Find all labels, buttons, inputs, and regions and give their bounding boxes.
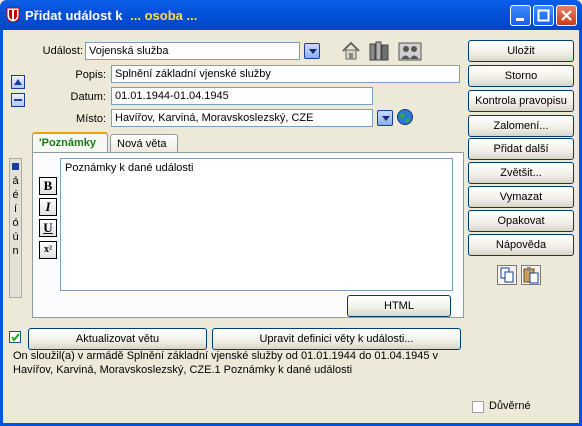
copy-icon[interactable] bbox=[497, 265, 517, 285]
checkmark-icon bbox=[11, 333, 20, 342]
special-chars-icon bbox=[12, 163, 19, 170]
update-sentence-checkbox[interactable] bbox=[9, 331, 21, 343]
add-next-button[interactable]: Přidat další bbox=[468, 138, 574, 160]
html-button[interactable]: HTML bbox=[347, 295, 451, 317]
tab-notes[interactable]: 'Poznámky bbox=[32, 132, 108, 154]
place-dropdown-button[interactable] bbox=[377, 110, 393, 126]
arrow-up-icon bbox=[14, 79, 22, 85]
repeat-button[interactable]: Opakovat bbox=[468, 210, 574, 232]
repeat-button-label: Opakovat bbox=[497, 215, 545, 227]
tab-new-sentence-label: Nová věta bbox=[117, 138, 167, 150]
char-i-acute[interactable]: í bbox=[10, 202, 21, 216]
home-icon[interactable] bbox=[340, 40, 362, 62]
notes-textarea[interactable]: Poznámky k dané události bbox=[60, 158, 453, 291]
close-icon bbox=[561, 10, 572, 21]
help-button[interactable]: Nápověda bbox=[468, 234, 574, 256]
window-title-text: Přidat událost k bbox=[25, 8, 123, 23]
tab-new-sentence[interactable]: Nová věta bbox=[110, 134, 178, 154]
delete-button-label: Vymazat bbox=[499, 191, 543, 203]
close-button[interactable] bbox=[556, 5, 577, 26]
superscript-label: x² bbox=[44, 244, 52, 255]
event-select[interactable]: Vojenská služba bbox=[85, 42, 300, 60]
char-e-acute[interactable]: é bbox=[10, 188, 21, 202]
edit-sentence-definition-button[interactable]: Upravit definici věty k události... bbox=[212, 328, 461, 350]
maximize-icon bbox=[537, 9, 550, 22]
globe-icon[interactable] bbox=[396, 108, 414, 126]
special-chars-bar: á é í ó ú n bbox=[9, 158, 22, 298]
notes-text: Poznámky k dané události bbox=[65, 162, 194, 174]
char-n[interactable]: n bbox=[10, 244, 21, 258]
minimize-button[interactable] bbox=[510, 5, 531, 26]
char-o-acute[interactable]: ó bbox=[10, 216, 21, 230]
edit-sentence-definition-label: Upravit definici věty k události... bbox=[259, 333, 414, 345]
bold-button[interactable]: B bbox=[39, 177, 57, 195]
html-button-label: HTML bbox=[384, 300, 414, 312]
minus-icon bbox=[14, 99, 22, 101]
italic-button[interactable]: I bbox=[39, 198, 57, 216]
place-label: Místo: bbox=[76, 113, 106, 125]
char-u-acute[interactable]: ú bbox=[10, 230, 21, 244]
date-label: Datum: bbox=[70, 91, 106, 103]
enlarge-button-label: Zvětšit... bbox=[500, 167, 542, 179]
place-field[interactable]: Havířov, Karviná, Moravskoslezský, CZE bbox=[111, 109, 373, 127]
save-button-label: Uložit bbox=[507, 45, 535, 57]
move-down-button[interactable] bbox=[11, 93, 25, 107]
confidential-checkbox[interactable] bbox=[472, 401, 484, 413]
spellcheck-button-label: Kontrola pravopisu bbox=[475, 95, 567, 107]
sentence-preview: On sloužil(a) v armádě Splnění základní … bbox=[13, 350, 438, 376]
breaks-button[interactable]: Zalomení... bbox=[468, 115, 574, 137]
description-field[interactable]: Splnění základní vjenské služby bbox=[111, 65, 460, 83]
save-button[interactable]: Uložit bbox=[468, 40, 574, 62]
breaks-button-label: Zalomení... bbox=[493, 120, 549, 132]
add-next-button-label: Přidat další bbox=[493, 143, 549, 155]
bold-label: B bbox=[43, 178, 53, 193]
window-title-person: ... osoba ... bbox=[130, 8, 198, 23]
confidential-label: Důvěrné bbox=[489, 400, 531, 412]
underline-button[interactable]: U bbox=[39, 219, 57, 237]
description-label: Popis: bbox=[75, 69, 106, 81]
dialog-window: Přidat událost k ... osoba ... Událost: … bbox=[0, 0, 582, 426]
minimize-icon bbox=[516, 18, 524, 21]
update-sentence-label: Aktualizovat větu bbox=[75, 333, 160, 345]
underline-label: U bbox=[43, 220, 53, 235]
spellcheck-button[interactable]: Kontrola pravopisu bbox=[468, 90, 574, 112]
event-label: Událost: bbox=[42, 45, 83, 57]
italic-label: I bbox=[45, 199, 51, 214]
window-title: Přidat událost k ... osoba ... bbox=[25, 8, 197, 23]
paste-icon[interactable] bbox=[521, 265, 541, 285]
event-dropdown-button[interactable] bbox=[304, 43, 320, 59]
app-icon bbox=[6, 7, 20, 23]
title-bar[interactable]: Přidat událost k ... osoba ... bbox=[0, 0, 582, 30]
move-up-button[interactable] bbox=[11, 75, 25, 89]
delete-button[interactable]: Vymazat bbox=[468, 186, 574, 208]
maximize-button[interactable] bbox=[533, 5, 554, 26]
books-icon[interactable] bbox=[368, 40, 392, 62]
superscript-button[interactable]: x² bbox=[39, 241, 57, 259]
help-button-label: Nápověda bbox=[495, 239, 547, 251]
tab-notes-label: 'Poznámky bbox=[39, 137, 97, 149]
people-icon[interactable] bbox=[398, 40, 422, 62]
char-a-acute[interactable]: á bbox=[10, 174, 21, 188]
cancel-button-label: Storno bbox=[504, 70, 538, 82]
update-sentence-button[interactable]: Aktualizovat větu bbox=[28, 328, 207, 350]
cancel-button[interactable]: Storno bbox=[468, 65, 574, 87]
dialog-body: Událost: Vojenská služba Popis: Splnění … bbox=[3, 30, 579, 423]
date-field[interactable]: 01.01.1944-01.04.1945 bbox=[111, 87, 373, 105]
enlarge-button[interactable]: Zvětšit... bbox=[468, 162, 574, 184]
